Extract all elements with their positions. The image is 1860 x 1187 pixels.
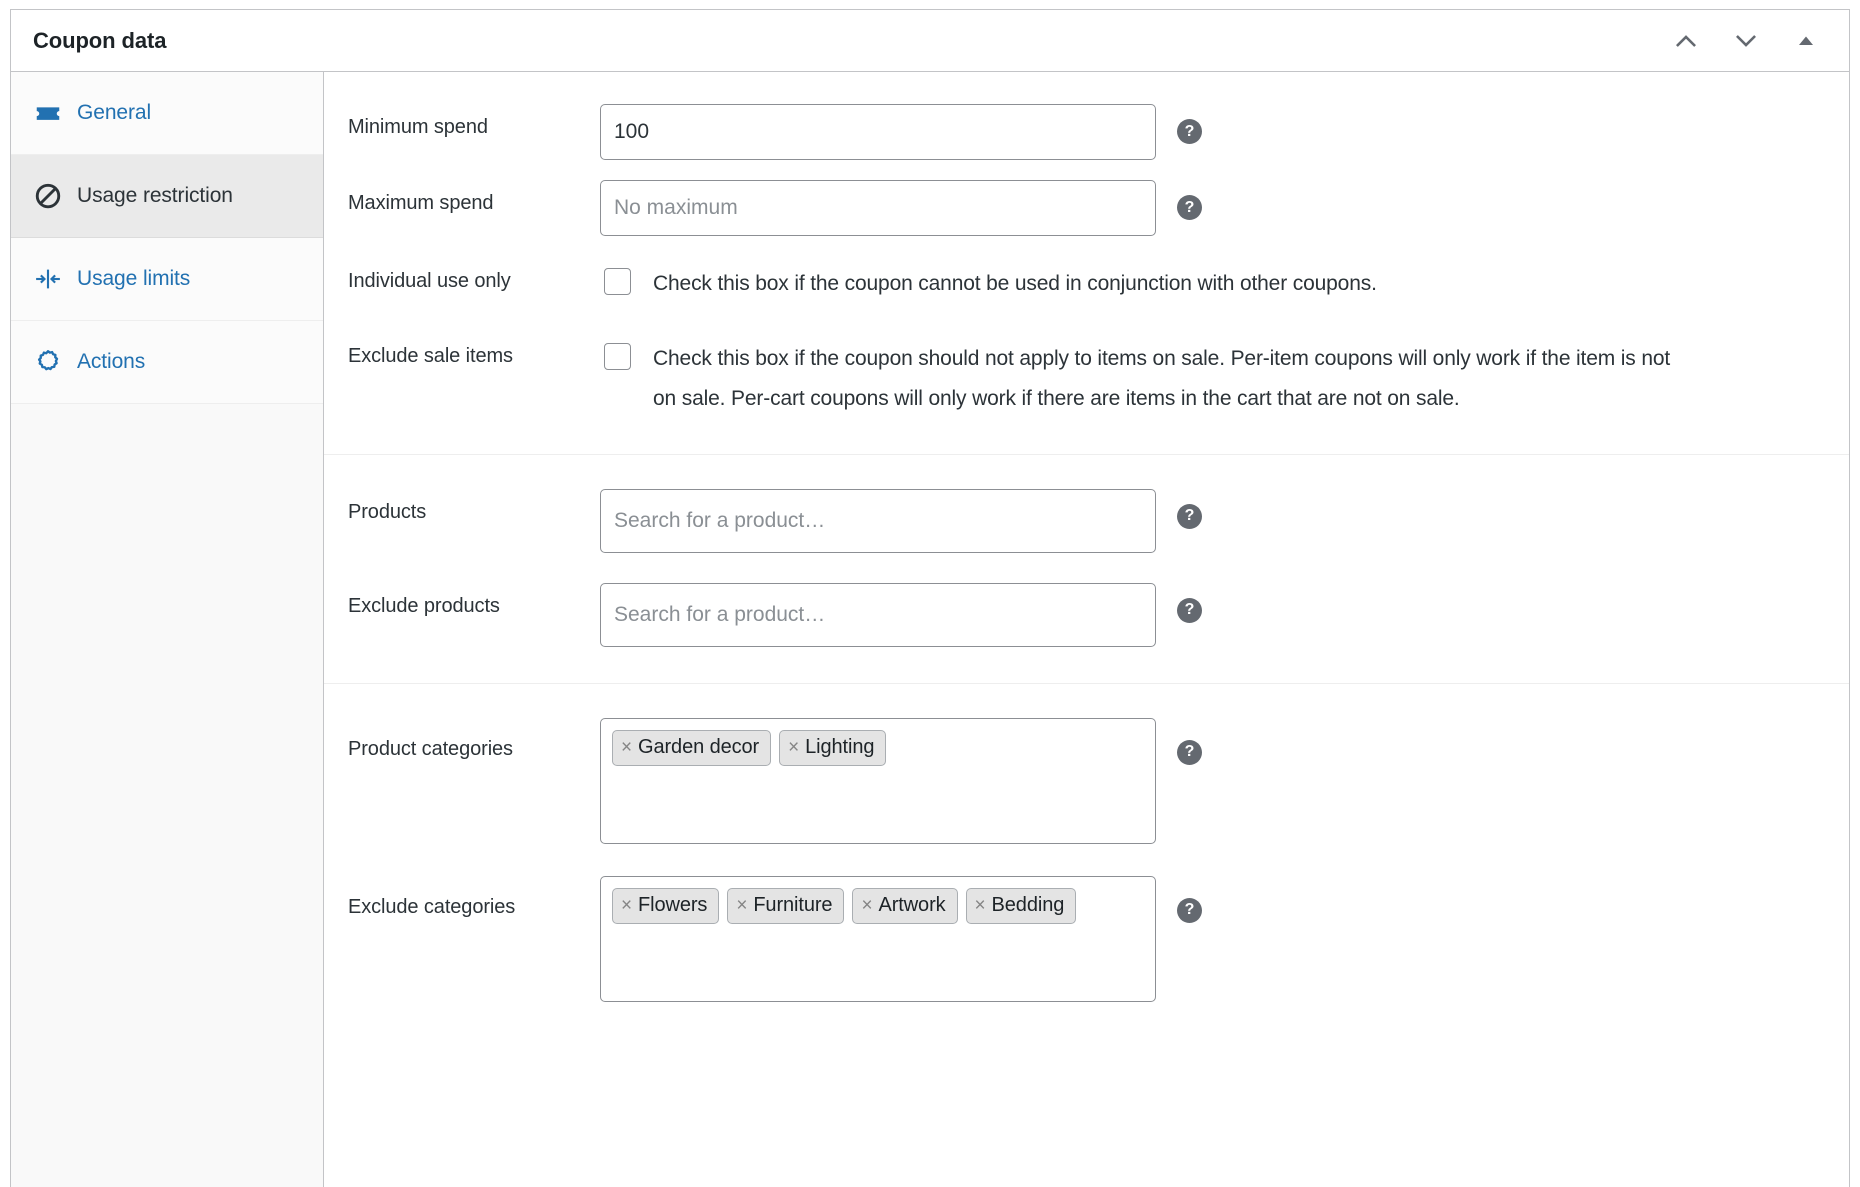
triangle-up-icon [1799, 36, 1813, 45]
minimum-spend-input[interactable] [600, 104, 1156, 160]
product-categories-select[interactable]: × Garden decor × Lighting [600, 717, 1156, 844]
panel-body: General Usage restriction Usage limits A… [11, 72, 1849, 1187]
chevron-up-icon [1676, 34, 1696, 47]
product-categories-control: × Garden decor × Lighting ? [600, 717, 1849, 844]
category-token[interactable]: × Furniture [727, 887, 845, 924]
minimum-spend-control: ? [600, 104, 1849, 160]
remove-token-icon[interactable]: × [621, 738, 632, 757]
exclude-products-label: Exclude products [348, 594, 500, 617]
field-products: Products ? [324, 479, 1849, 563]
exclude-categories-select[interactable]: × Flowers × Furniture × Artwork × Bedding [600, 875, 1156, 1002]
exclude-sale-items-description: Check this box if the coupon should not … [653, 346, 1671, 411]
no-entry-icon [33, 181, 67, 211]
field-exclude-sale-items: Exclude sale items Check this box if the… [324, 315, 1849, 430]
category-token-label: Flowers [638, 894, 708, 917]
remove-token-icon[interactable]: × [861, 896, 872, 915]
coupon-data-panel: Coupon data General Usage restriction Us… [10, 9, 1850, 1187]
spend-restrictions-group: Minimum spend ? Maximum spend ? [324, 72, 1849, 455]
chevron-down-icon [1736, 34, 1756, 47]
products-control: ? [600, 488, 1849, 553]
exclude-products-control: ? [600, 582, 1849, 647]
category-token[interactable]: × Garden decor [612, 729, 772, 766]
exclude-products-input[interactable] [600, 582, 1156, 647]
field-exclude-products: Exclude products ? [324, 563, 1849, 657]
panel-header: Coupon data [11, 10, 1849, 72]
exclude-sale-items-control: Check this box if the coupon should not … [600, 339, 1690, 420]
products-input[interactable] [600, 488, 1156, 553]
field-exclude-categories: Exclude categories × Flowers × Furniture × Ar… [324, 854, 1849, 1012]
category-restrictions-group: Product categories × Garden decor × Lightin… [324, 684, 1849, 1036]
field-maximum-spend: Maximum spend ? [324, 170, 1849, 246]
exclude-categories-help-icon[interactable]: ? [1177, 897, 1202, 923]
field-minimum-spend: Minimum spend ? [324, 94, 1849, 170]
minimum-spend-help-icon[interactable]: ? [1177, 119, 1202, 144]
individual-use-only-description: Check this box if the coupon cannot be u… [653, 272, 1377, 295]
field-product-categories: Product categories × Garden decor × Lightin… [324, 708, 1849, 854]
move-down-button[interactable] [1729, 24, 1763, 58]
minimum-spend-label: Minimum spend [348, 116, 488, 138]
usage-restriction-panel: Minimum spend ? Maximum spend ? [324, 72, 1849, 1187]
products-help-icon[interactable]: ? [1177, 503, 1202, 529]
sidebar-item-label: General [77, 101, 152, 124]
page-title: Coupon data [33, 27, 167, 53]
panel-header-actions [1669, 24, 1831, 58]
maximum-spend-control: ? [600, 180, 1849, 236]
category-token[interactable]: × Flowers [612, 887, 720, 924]
remove-token-icon[interactable]: × [975, 896, 986, 915]
product-restrictions-group: Products ? Exclude products ? [324, 455, 1849, 684]
exclude-sale-items-checkbox[interactable] [604, 342, 631, 370]
remove-token-icon[interactable]: × [736, 896, 747, 915]
gear-icon [33, 347, 67, 377]
individual-use-only-label: Individual use only [348, 270, 511, 292]
category-token-label: Bedding [991, 894, 1065, 917]
sidebar-item-label: Usage restriction [77, 184, 233, 207]
sidebar-item-label: Actions [77, 350, 146, 373]
category-token[interactable]: × Lighting [779, 729, 887, 766]
ticket-icon [33, 98, 67, 128]
sidebar-item-usage-limits[interactable]: Usage limits [11, 238, 323, 321]
category-token-label: Furniture [753, 894, 833, 917]
maximum-spend-input[interactable] [600, 180, 1156, 236]
category-token-label: Garden decor [638, 736, 760, 759]
coupon-data-tabs: General Usage restriction Usage limits A… [11, 72, 324, 1187]
toggle-panel-button[interactable] [1789, 24, 1823, 58]
move-up-button[interactable] [1669, 24, 1703, 58]
coupon-data-screen: Coupon data General Usage restriction Us… [0, 0, 1860, 1187]
limits-arrows-icon [33, 264, 67, 294]
category-token-label: Artwork [878, 894, 946, 917]
sidebar-item-usage-restriction[interactable]: Usage restriction [11, 155, 323, 238]
maximum-spend-help-icon[interactable]: ? [1177, 195, 1202, 220]
sidebar-item-actions[interactable]: Actions [11, 321, 323, 404]
category-token[interactable]: × Bedding [965, 887, 1077, 924]
maximum-spend-label: Maximum spend [348, 192, 494, 214]
product-categories-label: Product categories [348, 737, 513, 760]
exclude-products-help-icon[interactable]: ? [1177, 597, 1202, 623]
category-token[interactable]: × Artwork [852, 887, 958, 924]
sidebar-item-label: Usage limits [77, 267, 191, 290]
field-individual-use-only: Individual use only Check this box if th… [324, 246, 1849, 315]
products-label: Products [348, 500, 427, 523]
exclude-categories-control: × Flowers × Furniture × Artwork × Bedding ? [600, 875, 1849, 1002]
exclude-sale-items-label: Exclude sale items [348, 344, 513, 367]
category-token-label: Lighting [805, 736, 875, 759]
remove-token-icon[interactable]: × [621, 896, 632, 915]
remove-token-icon[interactable]: × [788, 738, 799, 757]
sidebar-item-general[interactable]: General [11, 72, 323, 155]
exclude-categories-label: Exclude categories [348, 895, 516, 918]
individual-use-only-checkbox[interactable] [604, 268, 631, 295]
individual-use-only-control: Check this box if the coupon cannot be u… [600, 264, 1377, 305]
product-categories-help-icon[interactable]: ? [1177, 739, 1202, 765]
